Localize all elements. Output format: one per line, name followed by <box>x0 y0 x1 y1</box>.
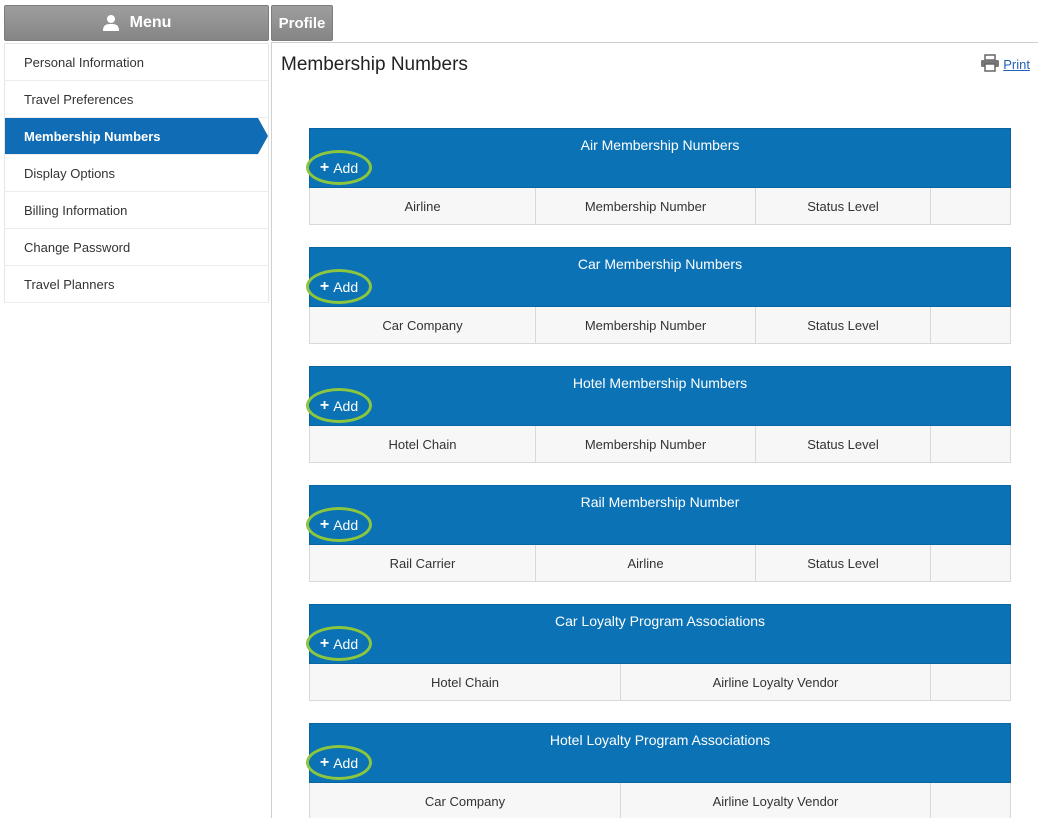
section-air-membership: Air Membership Numbers + Add Airline Mem… <box>306 128 1011 225</box>
add-hotel-membership-button[interactable]: + Add <box>306 388 372 423</box>
column-header-actions <box>931 307 1010 343</box>
plus-icon: + <box>319 277 330 295</box>
column-header: Status Level <box>756 545 931 581</box>
menu-label: Menu <box>129 14 172 31</box>
add-label: Add <box>333 397 359 414</box>
add-car-loyalty-button[interactable]: + Add <box>306 626 372 661</box>
sidebar-item-display-options[interactable]: Display Options <box>5 155 268 192</box>
sidebar-item-membership-numbers[interactable]: Membership Numbers <box>5 118 268 155</box>
add-label: Add <box>333 159 359 176</box>
column-header-actions <box>931 664 1010 700</box>
plus-icon: + <box>319 515 330 533</box>
section-header: Hotel Membership Numbers + Add <box>306 366 1011 426</box>
section-hotel-loyalty: Hotel Loyalty Program Associations + Add… <box>306 723 1011 818</box>
plus-icon: + <box>319 158 330 176</box>
column-header: Airline Loyalty Vendor <box>621 664 931 700</box>
sidebar-item-billing-information[interactable]: Billing Information <box>5 192 268 229</box>
tab-profile[interactable]: Profile <box>271 5 333 41</box>
column-header: Hotel Chain <box>310 664 621 700</box>
column-header: Status Level <box>756 307 931 343</box>
add-label: Add <box>333 635 359 652</box>
column-header: Airline Loyalty Vendor <box>621 783 931 818</box>
menu-header[interactable]: Menu <box>4 5 269 41</box>
add-label: Add <box>333 516 359 533</box>
column-header: Status Level <box>756 188 931 224</box>
column-header: Status Level <box>756 426 931 462</box>
print-label: Print <box>1003 57 1030 72</box>
plus-icon: + <box>319 634 330 652</box>
column-header: Hotel Chain <box>310 426 536 462</box>
section-title: Car Loyalty Program Associations <box>554 613 766 629</box>
column-header: Car Company <box>310 307 536 343</box>
main-panel: Membership Numbers Print Air Membership … <box>271 42 1038 818</box>
column-header-actions <box>931 426 1010 462</box>
printer-icon <box>980 54 1000 75</box>
section-rail-membership: Rail Membership Number + Add Rail Carrie… <box>306 485 1011 582</box>
column-header: Membership Number <box>536 188 756 224</box>
section-header: Car Membership Numbers + Add <box>306 247 1011 307</box>
section-car-membership: Car Membership Numbers + Add Car Company… <box>306 247 1011 344</box>
add-air-membership-button[interactable]: + Add <box>306 150 372 185</box>
column-header-actions <box>931 188 1010 224</box>
column-header: Membership Number <box>536 307 756 343</box>
add-hotel-loyalty-button[interactable]: + Add <box>306 745 372 780</box>
section-title: Hotel Loyalty Program Associations <box>549 732 771 748</box>
column-header: Membership Number <box>536 426 756 462</box>
add-label: Add <box>333 278 359 295</box>
column-header-actions <box>931 783 1010 818</box>
table-header-row: Car Company Airline Loyalty Vendor <box>309 783 1011 818</box>
add-label: Add <box>333 754 359 771</box>
column-header: Airline <box>310 188 536 224</box>
section-hotel-membership: Hotel Membership Numbers + Add Hotel Cha… <box>306 366 1011 463</box>
user-icon <box>102 14 120 32</box>
plus-icon: + <box>319 753 330 771</box>
section-header: Rail Membership Number + Add <box>306 485 1011 545</box>
table-header-row: Airline Membership Number Status Level <box>309 188 1011 225</box>
page-title: Membership Numbers <box>281 54 468 75</box>
sidebar-item-change-password[interactable]: Change Password <box>5 229 268 266</box>
table-header-row: Car Company Membership Number Status Lev… <box>309 307 1011 344</box>
section-header: Car Loyalty Program Associations + Add <box>306 604 1011 664</box>
section-title: Car Membership Numbers <box>577 256 743 272</box>
section-title: Rail Membership Number <box>580 494 740 510</box>
column-header: Car Company <box>310 783 621 818</box>
section-title: Hotel Membership Numbers <box>572 375 748 391</box>
table-header-row: Hotel Chain Membership Number Status Lev… <box>309 426 1011 463</box>
table-header-row: Hotel Chain Airline Loyalty Vendor <box>309 664 1011 701</box>
section-header: Air Membership Numbers + Add <box>306 128 1011 188</box>
add-rail-membership-button[interactable]: + Add <box>306 507 372 542</box>
column-header: Rail Carrier <box>310 545 536 581</box>
sidebar-item-travel-planners[interactable]: Travel Planners <box>5 266 268 303</box>
section-car-loyalty: Car Loyalty Program Associations + Add H… <box>306 604 1011 701</box>
sidebar-nav: Personal Information Travel Preferences … <box>4 43 269 303</box>
sidebar-item-travel-preferences[interactable]: Travel Preferences <box>5 81 268 118</box>
column-header: Airline <box>536 545 756 581</box>
section-header: Hotel Loyalty Program Associations + Add <box>306 723 1011 783</box>
sidebar-item-personal-information[interactable]: Personal Information <box>5 44 268 81</box>
plus-icon: + <box>319 396 330 414</box>
add-car-membership-button[interactable]: + Add <box>306 269 372 304</box>
print-link[interactable]: Print <box>980 54 1030 75</box>
section-title: Air Membership Numbers <box>580 137 740 153</box>
column-header-actions <box>931 545 1010 581</box>
table-header-row: Rail Carrier Airline Status Level <box>309 545 1011 582</box>
